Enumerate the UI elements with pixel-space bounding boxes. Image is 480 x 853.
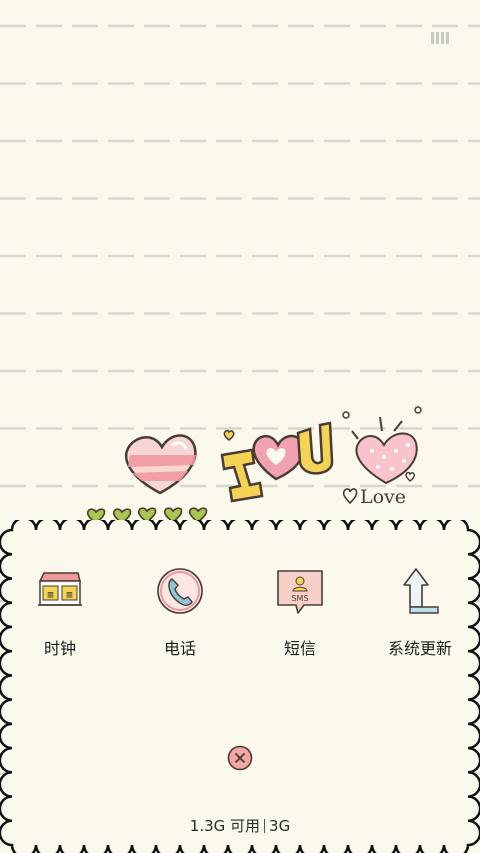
love-text: Love bbox=[360, 486, 406, 508]
app-phone-label: 电话 bbox=[163, 639, 196, 658]
app-sms-label: 短信 bbox=[283, 639, 316, 658]
close-icon[interactable] bbox=[227, 745, 253, 771]
love-sticker-decoration: Love bbox=[86, 406, 422, 525]
storage-status: 1.3G 可用 3G bbox=[0, 815, 480, 836]
app-system-update[interactable]: 系统更新 bbox=[360, 565, 480, 665]
network-type-text: 3G bbox=[269, 817, 291, 835]
sms-icon: SMS bbox=[277, 570, 323, 614]
app-system-update-label: 系统更新 bbox=[387, 639, 452, 658]
system-update-icon bbox=[403, 568, 439, 614]
dotted-pink-heart-icon bbox=[342, 406, 422, 485]
app-clock[interactable]: ▥ ▥ 时钟 bbox=[0, 565, 120, 665]
phone-icon bbox=[157, 568, 203, 614]
svg-text:SMS: SMS bbox=[291, 594, 308, 603]
status-divider bbox=[264, 819, 266, 833]
app-clock-label: 时钟 bbox=[43, 639, 76, 658]
app-phone[interactable]: 电话 bbox=[120, 565, 240, 665]
signal-bars-icon bbox=[431, 32, 449, 44]
striped-heart-icon bbox=[125, 434, 197, 495]
storage-free-text: 1.3G 可用 bbox=[189, 817, 261, 835]
u-letter-sticker bbox=[296, 421, 334, 475]
app-sms[interactable]: SMS 短信 bbox=[240, 565, 360, 665]
svg-text:▥: ▥ bbox=[48, 590, 54, 600]
svg-text:▥: ▥ bbox=[67, 590, 73, 600]
clock-icon: ▥ ▥ bbox=[38, 572, 82, 606]
pink-heart-sticker bbox=[252, 434, 305, 481]
